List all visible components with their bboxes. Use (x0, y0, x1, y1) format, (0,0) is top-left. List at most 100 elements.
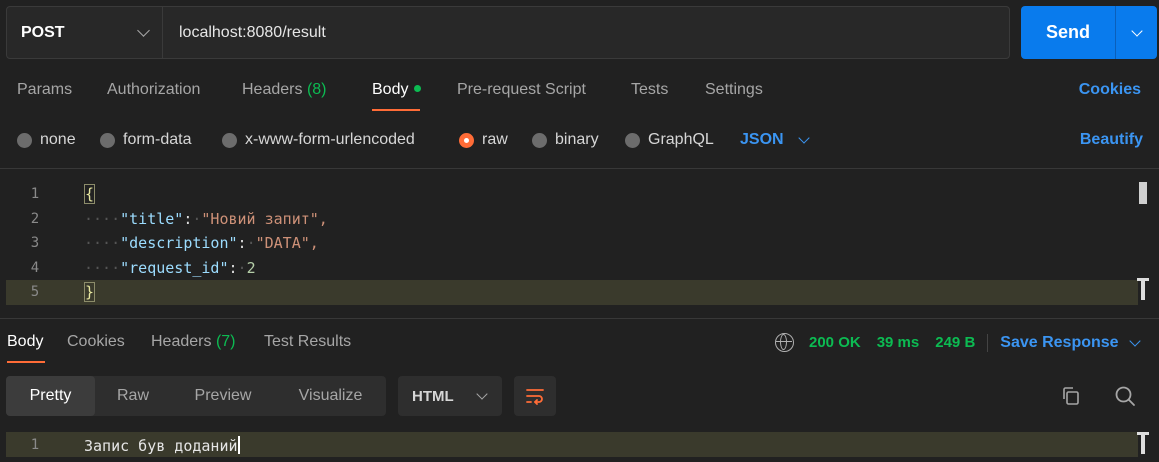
tab-headers[interactable]: Headers (8) (242, 81, 327, 99)
headers-count: (8) (306, 81, 327, 98)
body-type-options: none form-data x-www-form-urlencoded raw… (0, 128, 1159, 154)
radio-form-data[interactable]: form-data (100, 131, 191, 149)
json-value: "Новий запит", (201, 209, 328, 228)
body-modified-dot (414, 85, 422, 92)
line-number: 1 (30, 186, 40, 202)
line-number: 5 (30, 284, 40, 300)
request-bar: POST localhost:8080/result (6, 6, 1010, 59)
line-number: 1 (30, 437, 40, 453)
line-code: ····"request_id":·2 (84, 258, 256, 277)
globe-icon[interactable] (775, 333, 794, 352)
radio-none[interactable]: none (17, 131, 76, 149)
method-select[interactable]: POST (7, 7, 163, 58)
radio-binary[interactable]: binary (532, 131, 599, 149)
editor-line: 2 ····"title":·"Новий запит", (6, 207, 1138, 232)
line-code: ····"description":·"DATA", (84, 234, 319, 252)
line-number: 4 (30, 259, 40, 276)
editor-scroll-cursor (1137, 278, 1149, 300)
active-tab-underline (372, 109, 420, 111)
tab-prerequest-script[interactable]: Pre-request Script (457, 81, 586, 99)
radio-form-data-label: form-data (123, 131, 192, 148)
view-mode-visualize[interactable]: Visualize (275, 376, 386, 416)
tab-headers-label: Headers (242, 81, 303, 98)
response-tab-cookies[interactable]: Cookies (67, 333, 125, 351)
send-button-group: Send (1021, 6, 1157, 59)
line-number: 3 (30, 235, 40, 251)
editor-scrollbar-thumb[interactable] (1139, 182, 1147, 204)
send-button[interactable]: Send (1021, 6, 1115, 59)
status-code[interactable]: 200 OK (809, 334, 861, 351)
radio-circle (532, 132, 547, 148)
view-mode-raw[interactable]: Raw (95, 376, 171, 416)
text-caret (237, 436, 240, 454)
response-tab-headers-label: Headers (151, 333, 212, 350)
save-response-label: Save Response (1000, 333, 1119, 351)
beautify-button[interactable]: Beautify (1080, 131, 1143, 149)
chevron-down-icon (137, 24, 150, 37)
radio-binary-label: binary (555, 131, 599, 148)
response-view-modes: Pretty Raw Preview Visualize (6, 376, 386, 416)
radio-none-label: none (40, 131, 76, 148)
chevron-down-icon (1130, 24, 1143, 37)
editor-line-current: 5 } (6, 280, 1138, 305)
tab-body[interactable]: Body (372, 81, 422, 99)
tab-body-label: Body (372, 81, 409, 98)
response-text: Запис був доданий (84, 437, 238, 455)
wrap-lines-icon (526, 389, 544, 405)
view-mode-preview[interactable]: Preview (171, 376, 275, 416)
chevron-down-icon (476, 388, 488, 400)
send-options-button[interactable] (1115, 6, 1157, 59)
radio-urlencoded-label: x-www-form-urlencoded (245, 131, 415, 148)
close-brace: } (84, 282, 96, 302)
wrap-lines-button[interactable] (514, 376, 556, 416)
line-code: { (84, 184, 96, 204)
response-tab-test-results[interactable]: Test Results (264, 333, 351, 351)
view-mode-pretty[interactable]: Pretty (6, 376, 95, 416)
json-key: "request_id" (120, 258, 229, 277)
tab-tests[interactable]: Tests (631, 81, 668, 99)
tab-authorization[interactable]: Authorization (107, 81, 200, 99)
cookies-link[interactable]: Cookies (1079, 81, 1141, 99)
json-key: "title" (120, 209, 184, 228)
radio-circle (17, 132, 32, 148)
active-response-tab-underline (7, 361, 45, 363)
radio-circle-selected (459, 132, 474, 148)
method-label: POST (21, 23, 65, 41)
language-label: JSON (740, 131, 784, 148)
line-code: } (84, 282, 96, 302)
radio-raw-label: raw (482, 131, 508, 148)
json-value: "DATA", (255, 234, 319, 252)
search-icon[interactable] (1114, 385, 1136, 407)
request-body-editor[interactable]: 1 { 2 ····"title":·"Новий запит", 3 ····… (6, 180, 1159, 310)
chevron-down-icon (1128, 334, 1141, 347)
divider (987, 333, 989, 352)
response-headers-count: (7) (215, 333, 236, 350)
request-tabs: Params Authorization Headers (8) Body Pr… (0, 78, 1159, 108)
response-text-line: Запис був доданий (84, 436, 240, 455)
response-meta: 200 OK 39 ms 249 B Save Response (775, 333, 1141, 352)
json-key: "description" (120, 234, 238, 252)
radio-circle (100, 132, 115, 148)
copy-icon[interactable] (1061, 386, 1081, 406)
response-size[interactable]: 249 B (935, 334, 975, 351)
open-brace: { (84, 184, 96, 204)
divider (0, 318, 1159, 319)
radio-graphql[interactable]: GraphQL (625, 131, 714, 149)
response-format-select[interactable]: HTML (398, 376, 502, 416)
radio-urlencoded[interactable]: x-www-form-urlencoded (222, 131, 415, 149)
editor-line: 1 { (6, 182, 1138, 207)
response-body-line[interactable]: 1 Запис був доданий (6, 432, 1138, 457)
response-time[interactable]: 39 ms (877, 334, 920, 351)
line-number: 2 (30, 210, 40, 227)
radio-graphql-label: GraphQL (648, 131, 714, 148)
response-tab-headers[interactable]: Headers (7) (151, 333, 236, 351)
response-tab-body[interactable]: Body (7, 333, 43, 351)
radio-raw[interactable]: raw (459, 131, 508, 149)
tab-settings[interactable]: Settings (705, 81, 763, 99)
editor-line: 3 ····"description":·"DATA", (6, 231, 1138, 256)
url-input[interactable]: localhost:8080/result (163, 7, 1009, 58)
language-select[interactable]: JSON (740, 131, 810, 149)
save-response-button[interactable]: Save Response (1000, 333, 1141, 352)
response-format-label: HTML (412, 387, 454, 405)
tab-params[interactable]: Params (17, 81, 72, 99)
